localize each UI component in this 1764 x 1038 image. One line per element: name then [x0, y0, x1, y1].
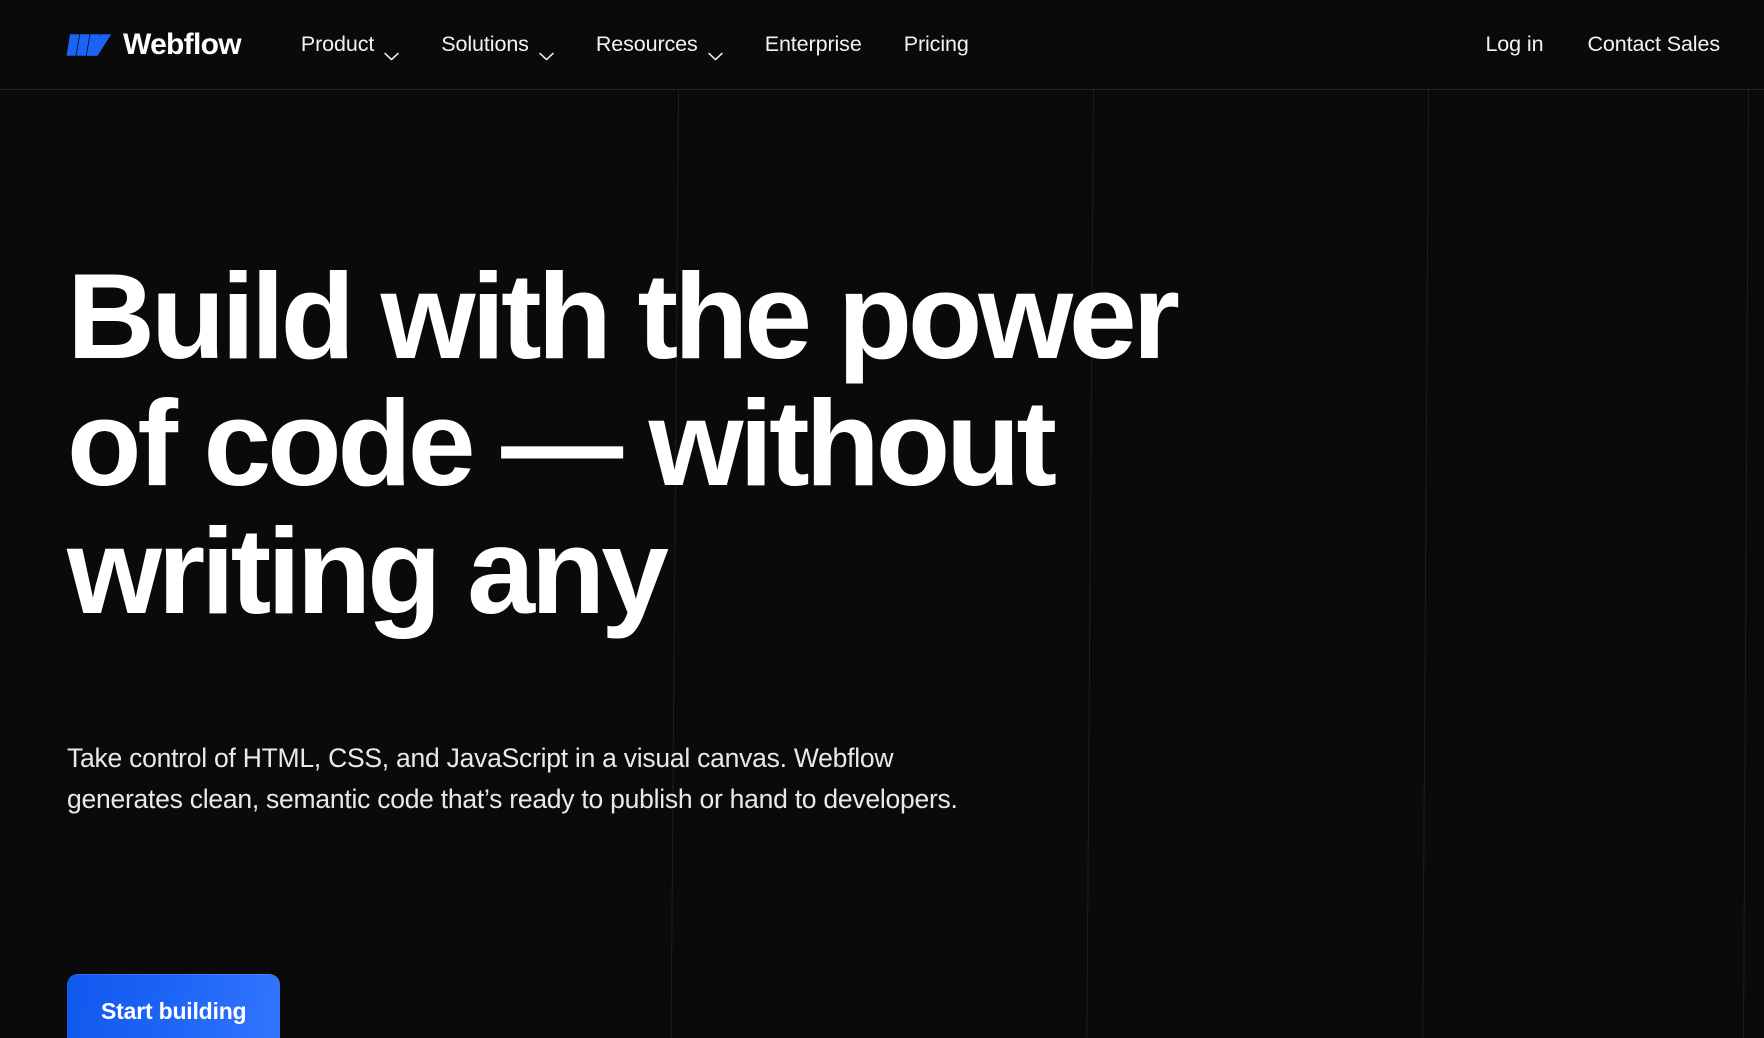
brand-name: Webflow [123, 27, 242, 61]
nav-item-resources[interactable]: Resources [575, 22, 744, 67]
nav-label: Solutions [441, 32, 529, 56]
nav-item-pricing[interactable]: Pricing [883, 22, 990, 67]
start-building-button[interactable]: Start building [67, 974, 281, 1038]
primary-navigation: Product Solutions Resources Enterprise P… [280, 22, 990, 67]
contact-sales-link[interactable]: Contact Sales [1565, 22, 1742, 67]
hero-subheading: Take control of HTML, CSS, and JavaScrip… [67, 743, 958, 815]
nav-item-product[interactable]: Product [280, 22, 420, 67]
nav-label: Product [300, 32, 375, 56]
nav-label: Contact Sales [1587, 32, 1720, 56]
login-link[interactable]: Log in [1463, 22, 1565, 67]
chevron-down-icon [384, 42, 400, 60]
site-header: Webflow Product Solutions Resources Ente… [0, 0, 1764, 90]
chevron-down-icon [707, 42, 723, 60]
secondary-navigation: Log in Contact Sales [1463, 22, 1742, 67]
nav-item-enterprise[interactable]: Enterprise [744, 22, 883, 67]
webflow-landing-page: Webflow Product Solutions Resources Ente… [0, 0, 1764, 1038]
nav-label: Enterprise [764, 32, 862, 56]
webflow-w-logo-icon [66, 30, 112, 60]
hero-section: Build with the power of code — without w… [0, 90, 1764, 1038]
nav-label: Resources [595, 32, 698, 56]
webflow-logo-link[interactable]: Webflow [66, 27, 242, 61]
nav-label: Pricing [903, 32, 969, 56]
chevron-down-icon [539, 42, 554, 60]
page-title: Build with the power of code — without w… [67, 248, 1180, 639]
nav-item-solutions[interactable]: Solutions [420, 22, 575, 67]
nav-label: Log in [1485, 32, 1544, 56]
